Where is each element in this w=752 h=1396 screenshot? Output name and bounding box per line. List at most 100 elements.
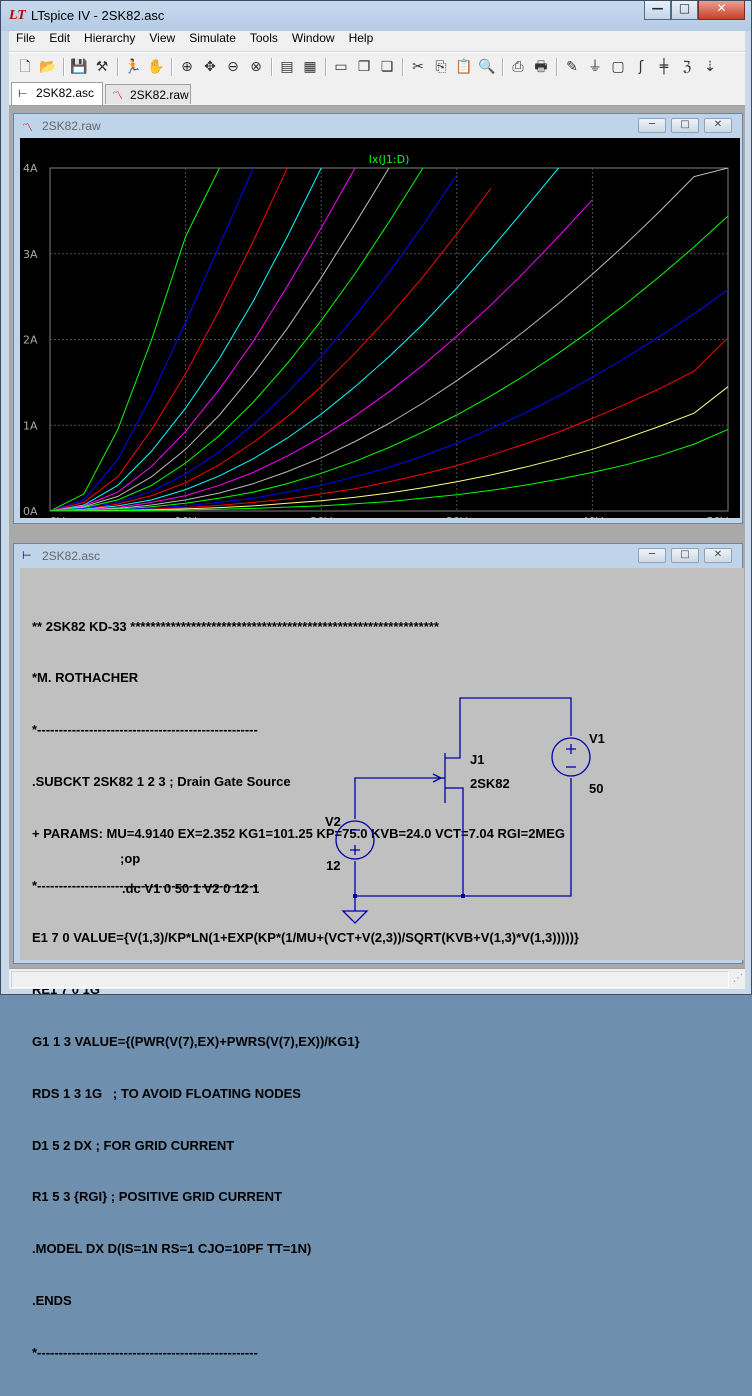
schematic-window: ⊢ 2SK82.asc ─ □ ✕ ** 2SK82 KD-33 *******… [13, 543, 744, 1360]
v2-value[interactable]: 12 [326, 858, 340, 873]
j1-model-label[interactable]: 2SK82 [470, 776, 510, 791]
waveform-window: 〽 2SK82.raw ─ □ ✕ 0V 10V 20V 30V 40V 50V 0A 1A 2… [13, 113, 743, 524]
tab-label: 2SK82.asc [36, 86, 95, 100]
open-icon[interactable]: 📂 [38, 57, 58, 77]
pan-icon[interactable]: ✥ [200, 57, 220, 77]
cut-icon[interactable]: ✂ [408, 57, 428, 77]
cascade-icon[interactable]: ❐ [354, 57, 374, 77]
series-line-7 [50, 174, 458, 511]
status-text-cell [11, 971, 729, 988]
v1-value[interactable]: 50 [589, 781, 603, 796]
netlist-line: G1 1 3 VALUE={(PWR(V(7),EX)+PWRS(V(7),EX… [32, 1033, 360, 1049]
schematic-canvas[interactable]: ** 2SK82 KD-33 *************************… [20, 568, 744, 1360]
menu-bar: File Edit Hierarchy View Simulate Tools … [9, 31, 745, 51]
print-icon[interactable]: 🖶 [531, 57, 551, 77]
toolbar-separator [402, 58, 404, 76]
resistor-icon[interactable]: ʃ [631, 57, 651, 77]
series-line-8 [50, 188, 492, 511]
x-tick-label: 40V [582, 515, 604, 518]
netlist-line: .MODEL DX D(IS=1N RS=1 CJO=10PF TT=1N) [32, 1241, 312, 1257]
close-button[interactable]: ✕ [704, 548, 732, 563]
paste-icon[interactable]: 📋 [454, 57, 474, 77]
toolbar-separator [171, 58, 173, 76]
menu-file[interactable]: File [9, 31, 42, 45]
zoom-cancel-icon[interactable]: ⊗ [246, 57, 266, 77]
netlist-line: R1 5 3 {RGI} ; POSITIVE GRID CURRENT [32, 1189, 282, 1205]
minimize-button[interactable]: ─ [638, 548, 666, 563]
save-icon[interactable]: 💾 [69, 57, 89, 77]
netlist-line: RDS 1 3 1G ; TO AVOID FLOATING NODES [32, 1085, 301, 1101]
window-title: LTspice IV - 2SK82.asc [31, 8, 165, 23]
x-tick-label: 0V [50, 515, 65, 518]
voltage-source-v1[interactable] [551, 737, 591, 777]
maximize-button[interactable]: □ [671, 548, 699, 563]
tab-waveform[interactable]: 〽 2SK82.raw [105, 84, 191, 104]
tile-horizontal-icon[interactable]: ▭ [331, 57, 351, 77]
waveform-plot[interactable]: 0V 10V 20V 30V 40V 50V 0A 1A 2A 3A 4A Ix(J1:D) [20, 138, 740, 518]
toolbar-separator [502, 58, 504, 76]
menu-help[interactable]: Help [342, 31, 381, 45]
gate-wire[interactable] [354, 777, 440, 819]
label-net-icon[interactable]: ▢ [608, 57, 628, 77]
zoom-out-icon[interactable]: ⊖ [223, 57, 243, 77]
diode-icon[interactable]: ⇣ [700, 57, 720, 77]
close-button[interactable]: ✕ [698, 1, 745, 20]
run-icon[interactable]: 🏃 [123, 57, 143, 77]
picture-icon[interactable]: ▦ [300, 57, 320, 77]
toolbar-separator [63, 58, 65, 76]
source-wire[interactable] [460, 787, 464, 896]
series-line-16 [50, 429, 728, 511]
document-tab-bar: ⊢ 2SK82.asc 〽 2SK82.raw [9, 81, 745, 106]
x-tick-label: 30V [446, 515, 468, 518]
netlist-line: D1 5 2 DX ; FOR GRID CURRENT [32, 1137, 235, 1153]
copy-icon[interactable]: ⎘ [431, 57, 451, 77]
j1-label[interactable]: J1 [470, 752, 484, 767]
ground-icon[interactable]: ⏚ [585, 57, 605, 77]
menu-window[interactable]: Window [285, 31, 342, 45]
netlist-line: .ENDS [32, 1293, 72, 1309]
wire-icon[interactable]: ✎ [562, 57, 582, 77]
circuit-diagram [335, 697, 591, 924]
minimize-button[interactable]: ─ [638, 118, 666, 133]
series-line-15 [50, 386, 728, 511]
menu-tools[interactable]: Tools [243, 31, 285, 45]
resize-grip-icon[interactable]: ⋰ [733, 973, 743, 984]
close-button[interactable]: ✕ [704, 118, 732, 133]
autorange-icon[interactable]: ▤ [277, 57, 297, 77]
status-bar: ⋰ [9, 968, 745, 989]
jfet-j1[interactable] [432, 717, 461, 803]
tile-vertical-icon[interactable]: ❏ [377, 57, 397, 77]
schematic-icon: ⊢ [18, 88, 28, 100]
minimize-button[interactable]: — [644, 1, 671, 20]
junction-dot [461, 894, 465, 898]
waveform-icon: 〽 [22, 121, 33, 134]
menu-simulate[interactable]: Simulate [182, 31, 243, 45]
zoom-in-icon[interactable]: ⊕ [177, 57, 197, 77]
series-line-13 [50, 289, 728, 511]
menu-view[interactable]: View [142, 31, 182, 45]
inductor-icon[interactable]: ℨ [677, 57, 697, 77]
ground-symbol[interactable] [341, 910, 369, 924]
schematic-window-titlebar[interactable]: ⊢ 2SK82.asc ─ □ ✕ [14, 544, 742, 568]
menu-edit[interactable]: Edit [42, 31, 77, 45]
halt-icon[interactable]: ✋ [146, 57, 166, 77]
ltspice-logo-icon: LT [9, 8, 26, 23]
find-icon[interactable]: 🔍 [477, 57, 497, 77]
v2-label[interactable]: V2 [325, 814, 341, 829]
maximize-button[interactable]: □ [671, 1, 698, 20]
voltage-source-v2[interactable] [335, 820, 375, 860]
new-schematic-icon[interactable]: 🗋 [15, 57, 35, 77]
waveform-window-titlebar[interactable]: 〽 2SK82.raw ─ □ ✕ [14, 114, 742, 138]
print-setup-icon[interactable]: ⎙ [508, 57, 528, 77]
maximize-button[interactable]: □ [671, 118, 699, 133]
x-tick-label: 20V [310, 515, 332, 518]
capacitor-icon[interactable]: ╪ [654, 57, 674, 77]
menu-hierarchy[interactable]: Hierarchy [77, 31, 142, 45]
v1-label[interactable]: V1 [589, 731, 605, 746]
waveform-icon: 〽 [112, 90, 123, 102]
control-panel-icon[interactable]: ⚒ [92, 57, 112, 77]
y-tick-label: 3A [23, 248, 38, 261]
tab-schematic[interactable]: ⊢ 2SK82.asc [11, 82, 103, 105]
mdi-workspace: 〽 2SK82.raw ─ □ ✕ 0V 10V 20V 30V 40V 50V 0A 1A 2… [9, 106, 745, 1360]
drain-wire[interactable] [459, 697, 572, 736]
